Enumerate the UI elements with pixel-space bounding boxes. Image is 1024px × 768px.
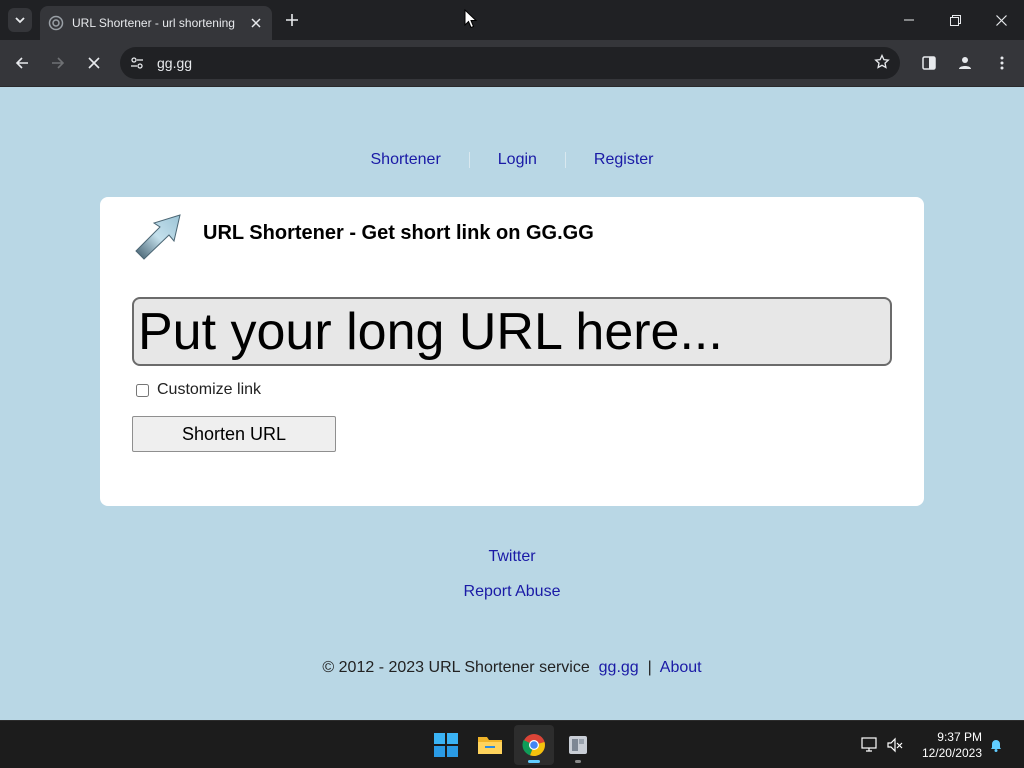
- arrow-left-icon: [15, 57, 28, 69]
- nav-register-link[interactable]: Register: [566, 151, 682, 169]
- nav-shortener-link[interactable]: Shortener: [343, 151, 469, 169]
- speaker-muted-icon[interactable]: [885, 735, 905, 755]
- new-tab-button[interactable]: [282, 10, 302, 30]
- page-content: Shortener Login Register URL Shortener -…: [0, 87, 1024, 720]
- about-link[interactable]: About: [660, 659, 702, 676]
- windows-logo-icon: [434, 733, 458, 757]
- address-bar[interactable]: gg.gg: [120, 47, 900, 79]
- close-window-button[interactable]: [978, 0, 1024, 40]
- arrow-right-icon: [52, 57, 65, 69]
- menu-button[interactable]: [989, 50, 1015, 76]
- minimize-button[interactable]: [886, 0, 932, 40]
- folder-icon: [478, 737, 502, 754]
- tab-search-button[interactable]: [8, 8, 32, 32]
- tab-close-icon[interactable]: [248, 15, 264, 31]
- close-icon: [995, 14, 1007, 26]
- file-explorer-button[interactable]: [470, 725, 510, 765]
- bookmark-star-icon[interactable]: [874, 53, 890, 75]
- stop-loading-button[interactable]: [81, 50, 107, 76]
- site-settings-icon[interactable]: [129, 55, 145, 71]
- footer-link-row: Twitter: [0, 548, 1024, 566]
- arrow-logo-icon: [135, 214, 181, 260]
- minimize-icon: [904, 19, 914, 21]
- browser-titlebar: URL Shortener - url shortening: [0, 0, 1024, 40]
- profile-button[interactable]: [952, 50, 978, 76]
- forward-button[interactable]: [45, 50, 71, 76]
- address-text: gg.gg: [157, 55, 193, 71]
- clock-date: 12/20/2023: [921, 746, 982, 760]
- system-clock[interactable]: 9:37 PM 12/20/2023: [922, 729, 982, 761]
- side-panel-icon: [922, 56, 936, 70]
- copyright-line: © 2012 - 2023 URL Shortener service gg.g…: [0, 659, 1024, 677]
- clock-time: 9:37 PM: [937, 730, 982, 744]
- loading-globe-icon: [48, 15, 64, 31]
- long-url-input[interactable]: [132, 297, 892, 366]
- nav-login-link[interactable]: Login: [470, 151, 565, 169]
- back-button[interactable]: [9, 50, 35, 76]
- chrome-taskbar-button[interactable]: [514, 725, 554, 765]
- notification-bell-icon[interactable]: [986, 735, 1006, 755]
- shortener-card: URL Shortener - Get short link on GG.GG …: [100, 197, 924, 506]
- restore-icon: [949, 14, 961, 26]
- customize-link-label: Customize link: [157, 381, 262, 398]
- close-icon: [88, 57, 100, 69]
- footer-link-row: Report Abuse: [0, 583, 1024, 601]
- browser-tab[interactable]: URL Shortener - url shortening: [40, 6, 272, 40]
- running-indicator: [575, 760, 581, 763]
- top-navigation: Shortener Login Register: [0, 151, 1024, 169]
- site-link[interactable]: gg.gg: [599, 659, 639, 676]
- copyright-text: © 2012 - 2023 URL Shortener service: [322, 659, 590, 676]
- profile-icon: [959, 57, 971, 69]
- tab-title: URL Shortener - url shortening: [72, 16, 235, 30]
- active-indicator: [528, 760, 540, 763]
- customize-link-checkbox[interactable]: [136, 383, 149, 397]
- report-abuse-link[interactable]: Report Abuse: [464, 583, 561, 600]
- customize-link-option[interactable]: Customize link: [136, 381, 261, 399]
- more-vertical-icon: [1000, 56, 1004, 70]
- twitter-link[interactable]: Twitter: [488, 548, 535, 565]
- browser-toolbar: gg.gg: [0, 40, 1024, 87]
- card-title: URL Shortener - Get short link on GG.GG: [203, 222, 594, 244]
- chevron-down-icon: [15, 17, 25, 24]
- side-panel-button[interactable]: [916, 50, 942, 76]
- shorten-url-button[interactable]: Shorten URL: [132, 416, 336, 452]
- display-icon[interactable]: [860, 735, 880, 755]
- start-button[interactable]: [426, 725, 466, 765]
- app-window-icon: [569, 736, 587, 754]
- plus-icon: [286, 14, 298, 26]
- copyright-separator: |: [647, 659, 652, 676]
- windows-taskbar: 9:37 PM 12/20/2023: [0, 720, 1024, 768]
- chrome-icon: [522, 734, 545, 757]
- mouse-cursor-icon: [464, 9, 478, 29]
- restore-button[interactable]: [932, 0, 978, 40]
- app-taskbar-button[interactable]: [558, 725, 598, 765]
